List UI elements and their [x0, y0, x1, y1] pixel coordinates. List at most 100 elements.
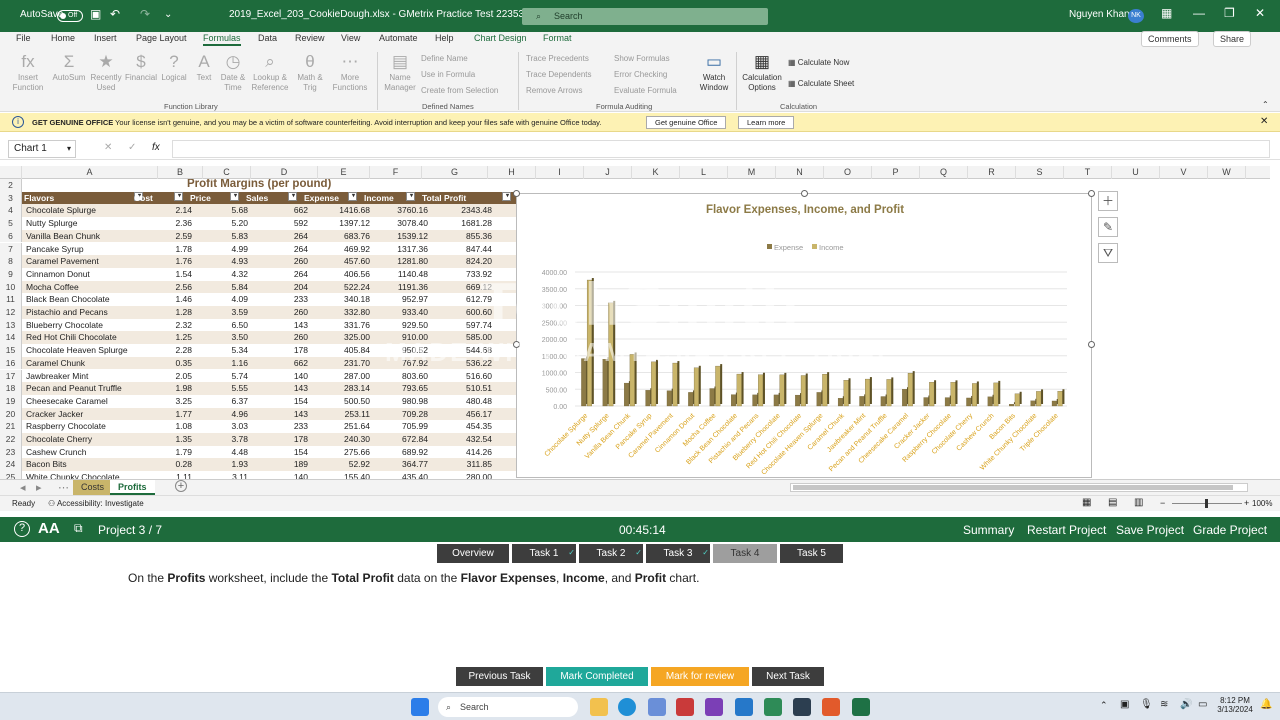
recently-used-button[interactable]: ★ Recently Used	[88, 51, 124, 93]
row-number[interactable]: 8	[0, 255, 22, 268]
table-row[interactable]: Chocolate Splurge 2.14 5.68 662 1416.68 3760.…	[22, 204, 516, 218]
filter-dropdown-icon[interactable]: ▾	[288, 191, 297, 201]
row-number[interactable]: 4	[0, 204, 22, 218]
filter-dropdown-icon[interactable]: ▾	[502, 191, 511, 201]
table-cell[interactable]: 435.40	[368, 471, 428, 479]
table-cell[interactable]: 689.92	[368, 446, 428, 459]
table-cell[interactable]: 3.50	[188, 331, 248, 344]
chart-bar[interactable]	[859, 396, 865, 407]
table-cell[interactable]: 793.65	[368, 382, 428, 395]
table-cell[interactable]: 662	[248, 204, 308, 217]
windows-start-icon[interactable]	[411, 698, 429, 716]
table-row[interactable]: Cracker Jacker 1.77 4.96 143 253.11 709.28 456…	[22, 407, 516, 421]
tab-view[interactable]: View	[341, 33, 360, 43]
mark-for-review-button[interactable]: Mark for review	[651, 667, 749, 686]
column-header[interactable]: M	[728, 166, 776, 179]
table-cell[interactable]: 847.44	[432, 243, 492, 256]
scrollbar-thumb[interactable]	[793, 485, 1233, 490]
chart-bar[interactable]	[1036, 391, 1042, 407]
chart-bar[interactable]	[993, 382, 999, 407]
table-cell[interactable]: 264	[248, 230, 308, 243]
formula-input[interactable]	[172, 140, 1270, 158]
zoom-slider-thumb[interactable]	[1205, 499, 1208, 508]
table-cell[interactable]: 3.59	[188, 306, 248, 319]
column-header[interactable]: E	[318, 166, 370, 179]
table-cell[interactable]: 260	[248, 331, 308, 344]
tray-app-icon[interactable]: ▣	[1120, 699, 1129, 710]
row-number[interactable]: 20	[0, 407, 22, 421]
ribbon-display-icon[interactable]: ▦	[1161, 6, 1172, 20]
chart-bar[interactable]	[972, 383, 978, 407]
table-cell[interactable]: 456.17	[432, 408, 492, 421]
table-cell[interactable]: 600.60	[432, 306, 492, 319]
tab-format[interactable]: Format	[543, 33, 572, 43]
table-cell[interactable]: 3.11	[188, 471, 248, 479]
row-number[interactable]: 24	[0, 458, 22, 472]
chart-filters-button[interactable]: ⛛	[1098, 243, 1118, 263]
chart-bar[interactable]	[693, 367, 699, 407]
table-cell[interactable]: 264	[248, 268, 308, 281]
tab-automate[interactable]: Automate	[379, 33, 418, 43]
chart-bar[interactable]	[773, 394, 779, 407]
zoom-level[interactable]: 100%	[1252, 499, 1272, 508]
table-cell[interactable]: 1.76	[132, 255, 192, 268]
table-cell[interactable]: 4.32	[188, 268, 248, 281]
summary-button[interactable]: Summary	[963, 523, 1014, 537]
chart-bar[interactable]	[651, 361, 657, 407]
column-header[interactable]: O	[824, 166, 872, 179]
table-cell[interactable]: 672.84	[368, 433, 428, 446]
column-header[interactable]: I	[536, 166, 584, 179]
chart-bar[interactable]	[966, 397, 972, 407]
table-cell[interactable]: 3078.40	[368, 217, 428, 230]
table-cell[interactable]: 5.83	[188, 230, 248, 243]
tab-formulas[interactable]: Formulas	[203, 33, 241, 46]
chart-bar[interactable]	[709, 388, 715, 407]
table-cell[interactable]: 1539.12	[368, 230, 428, 243]
microphone-icon[interactable]: 🎙	[1140, 699, 1153, 710]
row-number[interactable]: 21	[0, 420, 22, 433]
row-number[interactable]: 10	[0, 280, 22, 294]
table-cell[interactable]: 1.79	[132, 446, 192, 459]
chart-bar[interactable]	[950, 382, 956, 407]
calculation-options-button[interactable]: ▦ Calculation Options	[740, 51, 784, 93]
row-number[interactable]: 16	[0, 356, 22, 370]
table-row[interactable]: Chocolate Cherry 1.35 3.78 178 240.30 672.84 4…	[22, 433, 516, 446]
table-cell[interactable]: 253.11	[310, 408, 370, 421]
column-header[interactable]: U	[1112, 166, 1160, 179]
column-header[interactable]: F	[370, 166, 422, 179]
avatar[interactable]: NK	[1128, 9, 1144, 23]
table-cell[interactable]: 283.14	[310, 382, 370, 395]
chart-bar[interactable]	[715, 365, 721, 407]
chart-bar[interactable]	[629, 354, 635, 407]
evaluate-formula-button[interactable]: Evaluate Formula	[614, 86, 677, 95]
file-explorer-icon[interactable]	[590, 698, 608, 716]
chart-bar[interactable]	[758, 374, 764, 407]
collapse-ribbon-icon[interactable]: ⌃	[1262, 100, 1269, 109]
resize-handle[interactable]	[513, 190, 520, 197]
column-header[interactable]: N	[776, 166, 824, 179]
previous-task-button[interactable]: Previous Task	[456, 667, 543, 686]
chart-bar[interactable]	[1014, 393, 1020, 407]
table-cell[interactable]: 510.51	[432, 382, 492, 395]
table-row[interactable]: Red Hot Chili Chocolate 1.25 3.50 260 325.00…	[22, 331, 516, 345]
table-cell[interactable]: 260	[248, 255, 308, 268]
show-formulas-button[interactable]: Show Formulas	[614, 54, 670, 63]
tab-page-layout[interactable]: Page Layout	[136, 33, 187, 43]
mark-completed-button[interactable]: Mark Completed	[546, 667, 648, 686]
table-cell[interactable]: 597.74	[432, 319, 492, 332]
table-cell[interactable]: 536.22	[432, 357, 492, 370]
table-cell[interactable]: 3.03	[188, 420, 248, 433]
restore-icon[interactable]: ❐	[1224, 6, 1235, 20]
comments-button[interactable]: Comments	[1141, 31, 1199, 47]
row-number[interactable]: 14	[0, 331, 22, 345]
resize-handle[interactable]	[513, 341, 520, 348]
name-box[interactable]: Chart 1 ▾	[8, 140, 76, 158]
table-row[interactable]: Caramel Pavement 1.76 4.93 260 457.60 1281.80…	[22, 255, 516, 268]
table-row[interactable]: Cheesecake Caramel 3.25 6.37 154 500.50 980.9…	[22, 395, 516, 408]
table-cell[interactable]: 824.20	[432, 255, 492, 268]
table-cell[interactable]: 592	[248, 217, 308, 230]
table-cell[interactable]: 364.77	[368, 458, 428, 471]
tab-insert[interactable]: Insert	[94, 33, 117, 43]
table-cell[interactable]: 154	[248, 395, 308, 408]
notification-icon[interactable]: 🔔	[1260, 699, 1272, 710]
